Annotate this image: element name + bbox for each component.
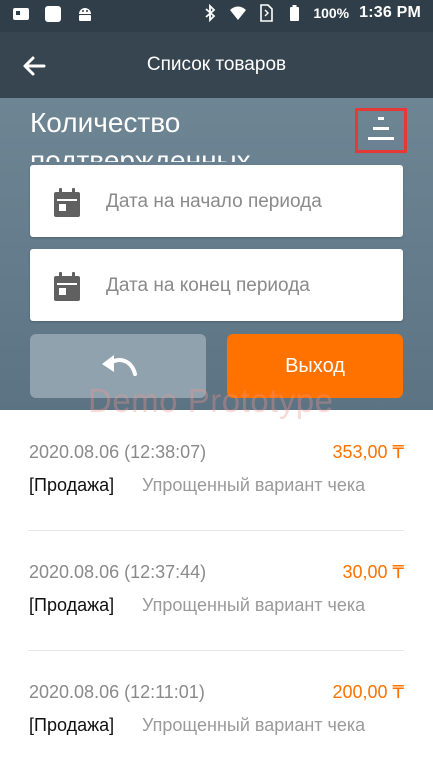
calendar-icon (54, 272, 80, 301)
transaction-description: Упрощенный вариант чека (142, 475, 366, 495)
sort-icon (368, 117, 394, 140)
transaction-datetime: 2020.08.06 (12:37:44) (29, 562, 207, 582)
transaction-type: [Продажа] (29, 475, 115, 495)
page-title: Список товаров (146, 54, 287, 75)
start-date-field[interactable]: Дата на начало периода (30, 165, 403, 237)
transaction-type: [Продажа] (29, 595, 115, 615)
app-bar: Список товаров (0, 32, 433, 98)
list-item[interactable]: 2020.08.06 (12:37:44) 30,00 ₸ [Продажа] … (28, 530, 404, 651)
transaction-amount: 353,00 ₸ (332, 442, 404, 462)
notification-icon (13, 8, 29, 20)
section-title-line2: подтвержденных (30, 145, 251, 162)
transaction-datetime: 2020.08.06 (12:11:01) (29, 682, 205, 702)
status-bar: 100% 1:36 PM (0, 0, 433, 32)
transaction-description: Упрощенный вариант чека (142, 595, 366, 615)
transaction-amount: 200,00 ₸ (332, 682, 404, 702)
undo-icon (102, 355, 137, 376)
end-date-field[interactable]: Дата на конец периода (30, 249, 403, 321)
section-title-line1: Количество (30, 107, 181, 138)
list-item[interactable]: 2020.08.06 (12:38:07) 353,00 ₸ [Продажа]… (28, 410, 404, 531)
bluetooth-icon (205, 4, 216, 22)
list-item[interactable]: 2020.08.06 (12:11:01) 200,00 ₸ [Продажа]… (28, 650, 404, 770)
filter-panel: Количество подтвержденных Дата на начало… (0, 98, 433, 410)
sort-button[interactable] (355, 108, 407, 153)
transaction-description: Упрощенный вариант чека (142, 715, 366, 735)
transaction-type: [Продажа] (29, 715, 115, 735)
transaction-amount: 30,00 ₸ (342, 562, 405, 582)
battery-icon (290, 5, 300, 21)
clock: 1:36 PM (359, 4, 421, 21)
section-title: Количество подтвержденных (30, 104, 330, 162)
android-icon (79, 8, 91, 21)
transaction-datetime: 2020.08.06 (12:38:07) (29, 442, 207, 462)
sim-icon (260, 4, 274, 22)
end-date-placeholder: Дата на конец периода (106, 275, 310, 296)
start-date-placeholder: Дата на начало периода (106, 191, 322, 212)
battery-percent: 100% (313, 5, 350, 21)
square-icon (45, 6, 61, 22)
wifi-icon (230, 6, 247, 20)
calendar-icon (54, 188, 80, 217)
